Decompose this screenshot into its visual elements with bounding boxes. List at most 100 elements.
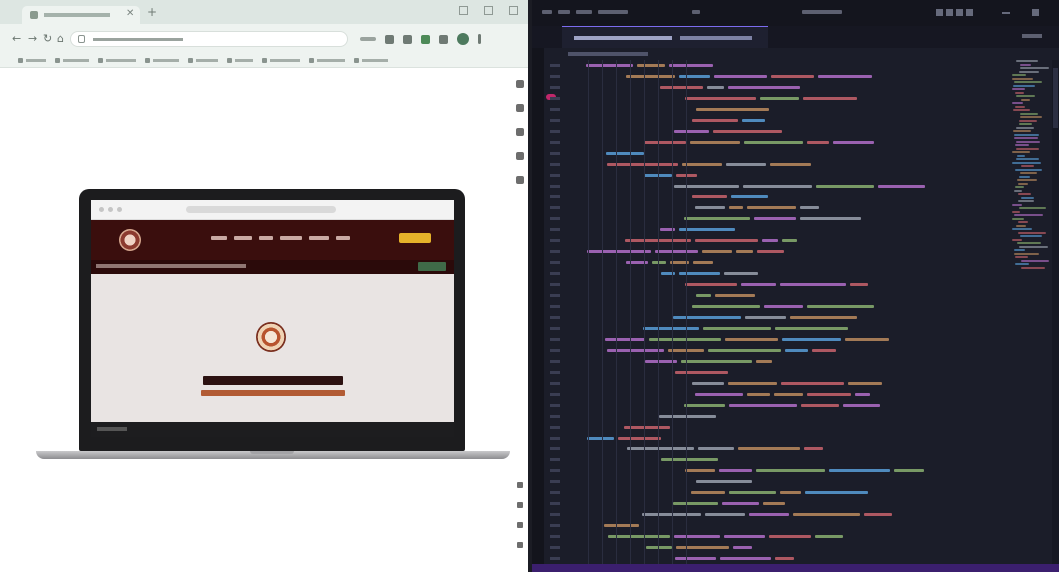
extension-icon[interactable] bbox=[421, 34, 430, 44]
code-token bbox=[736, 250, 753, 253]
editor-menu-item[interactable] bbox=[576, 10, 592, 14]
extension-icon[interactable] bbox=[403, 34, 412, 44]
maximize-icon[interactable] bbox=[484, 6, 493, 15]
editor-actions-icon[interactable] bbox=[1022, 34, 1042, 38]
tool-icon[interactable] bbox=[517, 542, 523, 548]
close-window-icon[interactable] bbox=[1032, 9, 1039, 16]
layout-icon[interactable] bbox=[966, 9, 973, 16]
tool-icon[interactable] bbox=[516, 152, 524, 160]
bookmark-label-placeholder bbox=[26, 59, 46, 62]
forward-arrow-icon[interactable]: → bbox=[28, 32, 37, 45]
code-token bbox=[833, 141, 874, 144]
home-icon[interactable]: ⌂ bbox=[57, 32, 64, 45]
code-token bbox=[673, 316, 741, 319]
bookmark-label-placeholder bbox=[153, 59, 179, 62]
bookmark-label-placeholder bbox=[196, 59, 218, 62]
minimize-icon[interactable] bbox=[1002, 12, 1010, 14]
minimap[interactable] bbox=[1008, 60, 1052, 280]
code-token bbox=[756, 360, 772, 363]
code-token bbox=[818, 75, 872, 78]
minimize-icon[interactable] bbox=[459, 6, 468, 15]
code-token bbox=[782, 239, 797, 242]
site-subbar-button[interactable] bbox=[418, 262, 446, 271]
minimap-line bbox=[1020, 116, 1042, 118]
editor-breadcrumb-placeholder bbox=[568, 52, 648, 56]
code-token bbox=[793, 513, 860, 516]
scroll-thumb[interactable] bbox=[1053, 68, 1058, 128]
code-token bbox=[807, 305, 874, 308]
tool-icon[interactable] bbox=[516, 80, 524, 88]
bookmark-item[interactable] bbox=[227, 58, 253, 63]
editor-menu-item[interactable] bbox=[692, 10, 700, 14]
code-token bbox=[864, 513, 892, 516]
site-nav-link[interactable] bbox=[259, 236, 273, 240]
minimap-line bbox=[1012, 151, 1030, 153]
new-tab-icon[interactable]: + bbox=[147, 5, 157, 19]
tool-icon[interactable] bbox=[517, 482, 523, 488]
laptop-notch bbox=[250, 451, 294, 454]
code-token bbox=[731, 195, 768, 198]
zoom-indicator[interactable] bbox=[360, 37, 376, 41]
code-token bbox=[695, 393, 743, 396]
line-number bbox=[550, 382, 560, 385]
site-nav-link[interactable] bbox=[234, 236, 252, 240]
bookmark-icon bbox=[98, 58, 103, 63]
code-token bbox=[738, 447, 800, 450]
site-logo-icon[interactable] bbox=[119, 229, 141, 251]
editor-menu-item[interactable] bbox=[542, 10, 552, 14]
bookmark-item[interactable] bbox=[55, 58, 89, 63]
editor-scrollbar[interactable] bbox=[1052, 60, 1059, 564]
bookmark-label-placeholder bbox=[235, 59, 253, 62]
address-bar[interactable] bbox=[70, 31, 348, 47]
layout-icon[interactable] bbox=[956, 9, 963, 16]
minimap-line bbox=[1018, 182, 1028, 185]
code-token bbox=[775, 327, 848, 330]
profile-icon[interactable] bbox=[457, 33, 469, 45]
code-token bbox=[675, 557, 716, 560]
bookmark-item[interactable] bbox=[309, 58, 345, 63]
line-number bbox=[550, 97, 560, 100]
tool-icon[interactable] bbox=[516, 128, 524, 136]
site-cta-button[interactable] bbox=[399, 233, 431, 243]
menu-icon[interactable] bbox=[478, 34, 481, 44]
tool-icon[interactable] bbox=[516, 176, 524, 184]
bookmark-item[interactable] bbox=[188, 58, 218, 63]
extension-icon[interactable] bbox=[439, 34, 448, 44]
tab-close-icon[interactable]: ✕ bbox=[126, 8, 134, 19]
tool-icon[interactable] bbox=[517, 502, 523, 508]
layout-icon[interactable] bbox=[946, 9, 953, 16]
code-token bbox=[747, 206, 796, 209]
code-token bbox=[643, 327, 699, 330]
site-nav-link[interactable] bbox=[280, 236, 302, 240]
tool-icon[interactable] bbox=[517, 522, 523, 528]
site-nav-link[interactable] bbox=[309, 236, 329, 240]
line-number bbox=[550, 404, 560, 407]
site-nav-link[interactable] bbox=[336, 236, 350, 240]
code-token bbox=[586, 64, 633, 67]
site-subbar-text-placeholder bbox=[96, 264, 246, 268]
code-area[interactable] bbox=[578, 60, 1008, 564]
code-token bbox=[684, 404, 725, 407]
bookmark-item[interactable] bbox=[262, 58, 300, 63]
editor-menu-item[interactable] bbox=[558, 10, 570, 14]
layout-icon[interactable] bbox=[936, 9, 943, 16]
extension-icon[interactable] bbox=[385, 34, 394, 44]
minimap-line bbox=[1021, 259, 1049, 262]
browser-tab[interactable]: ✕ bbox=[22, 6, 140, 24]
code-token bbox=[682, 163, 722, 166]
back-arrow-icon[interactable]: ← bbox=[12, 32, 21, 45]
editor-tab-active[interactable] bbox=[562, 26, 768, 48]
tool-icon[interactable] bbox=[516, 104, 524, 112]
bookmark-item[interactable] bbox=[18, 58, 46, 63]
site-nav-link[interactable] bbox=[211, 236, 227, 240]
reload-icon[interactable]: ↻ bbox=[43, 32, 52, 45]
bookmark-item[interactable] bbox=[145, 58, 179, 63]
minimap-line bbox=[1016, 126, 1034, 129]
line-number bbox=[550, 458, 560, 461]
editor-menu-item[interactable] bbox=[598, 10, 628, 14]
line-number bbox=[550, 261, 560, 264]
bookmark-item[interactable] bbox=[354, 58, 388, 63]
bookmark-item[interactable] bbox=[98, 58, 136, 63]
close-window-icon[interactable] bbox=[509, 6, 518, 15]
minimap-line bbox=[1014, 137, 1038, 139]
